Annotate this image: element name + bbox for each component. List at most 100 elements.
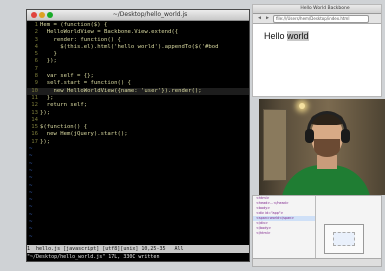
line-number: 8 bbox=[34, 73, 38, 80]
code-line[interactable]: ~ bbox=[27, 234, 249, 241]
code-text: new Hem(jQuery).start(); bbox=[40, 131, 128, 138]
line-number: 9 bbox=[34, 80, 38, 87]
code-line[interactable]: 10 new HelloWorldView({name: 'user'}).re… bbox=[27, 87, 249, 95]
code-line[interactable]: ~ bbox=[27, 204, 249, 211]
code-line[interactable]: 13}); bbox=[27, 110, 249, 117]
code-line[interactable]: ~ bbox=[27, 168, 249, 175]
editor-command-line[interactable]: "~/Desktop/hello_world.js" 17L, 330C wri… bbox=[27, 253, 249, 261]
browser-page: Hello world bbox=[253, 24, 381, 96]
presenter-beard bbox=[314, 139, 340, 157]
dom-tree[interactable]: <html> <head>...</head> <body> <div id="… bbox=[253, 196, 316, 266]
forward-icon[interactable]: ▶ bbox=[264, 15, 271, 21]
headphone-right bbox=[341, 129, 350, 143]
code-text: ~ bbox=[29, 204, 33, 211]
address-bar[interactable]: file:///Users/hem/Desktop/index.html bbox=[273, 15, 369, 23]
code-text: ~ bbox=[29, 182, 33, 189]
code-text: ~ bbox=[29, 233, 33, 240]
code-line[interactable]: 12 return self; bbox=[27, 102, 249, 109]
browser-title: Hello World Backbone bbox=[300, 6, 350, 11]
line-number: 2 bbox=[34, 29, 38, 36]
code-text: HelloWorldView = Backbone.View.extend({ bbox=[40, 29, 179, 36]
code-line[interactable]: 11 }; bbox=[27, 95, 249, 102]
code-text: ~ bbox=[29, 167, 33, 174]
code-line[interactable]: 17}); bbox=[27, 139, 249, 146]
code-line[interactable]: ~ bbox=[27, 161, 249, 168]
box-model-diagram bbox=[324, 224, 364, 254]
browser-window[interactable]: Hello World Backbone ◀ ▶ file:///Users/h… bbox=[252, 4, 382, 97]
hello-prefix: Hello bbox=[264, 31, 288, 41]
code-text: ~ bbox=[29, 211, 33, 218]
code-text: ~ bbox=[29, 146, 33, 153]
line-number: 15 bbox=[31, 124, 38, 131]
code-line[interactable]: 8 var self = {}; bbox=[27, 73, 249, 80]
line-number: 4 bbox=[34, 43, 38, 50]
code-line[interactable]: ~ bbox=[27, 219, 249, 226]
code-line[interactable]: 5 } bbox=[27, 51, 249, 58]
code-text: $(this.el).html('hello world').appendTo(… bbox=[40, 43, 219, 50]
code-line[interactable]: ~ bbox=[27, 226, 249, 233]
code-line[interactable]: 16 new Hem(jQuery).start(); bbox=[27, 131, 249, 138]
code-text: $(function() { bbox=[40, 124, 88, 131]
line-number: 13 bbox=[31, 109, 38, 116]
webcam-lamp bbox=[299, 103, 305, 109]
code-line[interactable]: ~ bbox=[27, 197, 249, 204]
code-text: ~ bbox=[29, 226, 33, 233]
headphone-left bbox=[305, 129, 314, 143]
code-text: var self = {}; bbox=[40, 73, 94, 80]
editor-status-line: 1 hello.js [javascript] [utf8][unix] 10,… bbox=[27, 245, 249, 253]
dom-node[interactable] bbox=[253, 251, 315, 256]
code-line[interactable]: ~ bbox=[27, 190, 249, 197]
line-number: 12 bbox=[31, 102, 38, 109]
line-number: 16 bbox=[31, 131, 38, 138]
code-line[interactable]: 14 bbox=[27, 117, 249, 124]
code-text: ~ bbox=[29, 219, 33, 226]
line-number: 17 bbox=[31, 138, 38, 145]
webcam-video bbox=[259, 99, 385, 195]
devtools-panel[interactable]: <html> <head>...</head> <body> <div id="… bbox=[252, 195, 382, 267]
code-text: ~ bbox=[29, 197, 33, 204]
code-line[interactable]: 9 self.start = function() { bbox=[27, 80, 249, 87]
code-text: }; bbox=[40, 94, 54, 101]
line-number: 11 bbox=[31, 94, 38, 101]
code-text: self.start = function() { bbox=[40, 80, 131, 87]
code-area[interactable]: 1 Hem = (function($) {2 HelloWorldView = … bbox=[27, 22, 249, 244]
editor-window[interactable]: ~/Desktop/hello_world.js 1 Hem = (functio… bbox=[26, 9, 250, 262]
code-text: Hem = (function($) { bbox=[40, 22, 108, 28]
line-number: 14 bbox=[31, 116, 38, 123]
code-line[interactable]: 1 Hem = (function($) { bbox=[27, 22, 249, 29]
line-number: 7 bbox=[34, 65, 38, 72]
browser-title-bar[interactable]: Hello World Backbone bbox=[253, 5, 381, 14]
code-text: return self; bbox=[40, 102, 88, 109]
browser-toolbar: ◀ ▶ file:///Users/hem/Desktop/index.html bbox=[253, 14, 381, 24]
code-line[interactable]: ~ bbox=[27, 175, 249, 182]
maximize-icon[interactable] bbox=[47, 12, 53, 18]
box-model-pane bbox=[316, 196, 381, 266]
code-line[interactable]: 6 }); bbox=[27, 58, 249, 65]
minimize-icon[interactable] bbox=[39, 12, 45, 18]
code-line[interactable]: ~ bbox=[27, 146, 249, 153]
code-line[interactable]: 3 render: function() { bbox=[27, 37, 249, 44]
desktop: ~/Desktop/hello_world.js 1 Hem = (functio… bbox=[0, 0, 385, 271]
code-text: ~ bbox=[29, 153, 33, 160]
line-number: 6 bbox=[34, 58, 38, 65]
code-line[interactable]: ~ bbox=[27, 153, 249, 160]
page-hello-text: Hello world bbox=[264, 31, 309, 41]
webcam-door bbox=[263, 109, 287, 181]
code-line[interactable]: 4 $(this.el).html('hello world').appendT… bbox=[27, 44, 249, 51]
code-line[interactable]: 2 HelloWorldView = Backbone.View.extend(… bbox=[27, 29, 249, 36]
devtools-tab-bar: ElementsResourcesNetworkScriptsConsole bbox=[253, 258, 381, 266]
back-icon[interactable]: ◀ bbox=[256, 15, 263, 21]
code-text: }); bbox=[40, 58, 57, 65]
code-text: ~ bbox=[29, 160, 33, 167]
code-line[interactable]: ~ bbox=[27, 212, 249, 219]
code-line[interactable]: ~ bbox=[27, 183, 249, 190]
line-number: 10 bbox=[31, 87, 38, 94]
hello-selected-word[interactable]: world bbox=[287, 31, 309, 41]
code-text: render: function() { bbox=[40, 36, 121, 43]
code-line[interactable]: 7 bbox=[27, 66, 249, 73]
code-line[interactable]: 15 $(function() { bbox=[27, 124, 249, 131]
close-icon[interactable] bbox=[31, 12, 37, 18]
editor-title: ~/Desktop/hello_world.js bbox=[112, 11, 188, 18]
line-number: 5 bbox=[34, 51, 38, 58]
editor-title-bar[interactable]: ~/Desktop/hello_world.js bbox=[27, 10, 249, 21]
